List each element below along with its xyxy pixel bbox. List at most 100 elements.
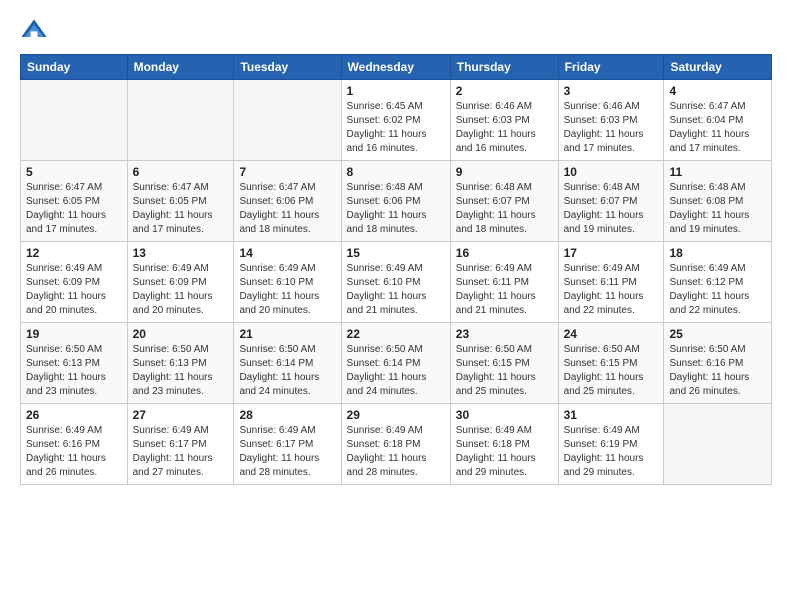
day-number: 21 — [239, 327, 335, 341]
calendar-cell: 29 Sunrise: 6:49 AM Sunset: 6:18 PM Dayli… — [341, 404, 450, 485]
header-saturday: Saturday — [664, 55, 772, 80]
day-info: Sunrise: 6:50 AM Sunset: 6:16 PM Dayligh… — [669, 343, 766, 399]
calendar-cell: 24Sunrise: 6:50 AM Sunset: 6:15 PM Dayli… — [558, 323, 664, 404]
calendar-cell: 26Sunrise: 6:49 AM Sunset: 6:16 PM Dayli… — [21, 404, 128, 485]
calendar-cell — [127, 80, 234, 161]
calendar-cell: 14 Sunrise: 6:49 AM Sunset: 6:10 PM Dayli… — [234, 242, 341, 323]
calendar-cell: 21 Sunrise: 6:50 AM Sunset: 6:14 PM Dayli… — [234, 323, 341, 404]
header-friday: Friday — [558, 55, 664, 80]
day-number: 11 — [669, 165, 766, 179]
calendar-cell — [234, 80, 341, 161]
calendar-cell: 1Sunrise: 6:45 AM Sunset: 6:02 PM Daylig… — [341, 80, 450, 161]
calendar-cell: 17Sunrise: 6:49 AM Sunset: 6:11 PM Dayli… — [558, 242, 664, 323]
calendar-cell: 19 Sunrise: 6:50 AM Sunset: 6:13 PM Dayli… — [21, 323, 128, 404]
day-number: 13 — [133, 246, 229, 260]
day-number: 9 — [456, 165, 553, 179]
calendar-header-row: SundayMondayTuesdayWednesdayThursdayFrid… — [21, 55, 772, 80]
calendar-cell: 7 Sunrise: 6:47 AM Sunset: 6:06 PM Daylig… — [234, 161, 341, 242]
logo — [20, 16, 50, 44]
day-number: 24 — [564, 327, 659, 341]
day-info: Sunrise: 6:47 AM Sunset: 6:06 PM Dayligh… — [239, 181, 335, 237]
day-info: Sunrise: 6:49 AM Sunset: 6:17 PM Dayligh… — [133, 424, 229, 480]
week-row-4: 26Sunrise: 6:49 AM Sunset: 6:16 PM Dayli… — [21, 404, 772, 485]
day-info: Sunrise: 6:48 AM Sunset: 6:07 PM Dayligh… — [456, 181, 553, 237]
calendar-cell — [664, 404, 772, 485]
day-number: 30 — [456, 408, 553, 422]
calendar-cell: 30 Sunrise: 6:49 AM Sunset: 6:18 PM Dayli… — [450, 404, 558, 485]
day-info: Sunrise: 6:49 AM Sunset: 6:19 PM Dayligh… — [564, 424, 659, 480]
calendar-cell: 6 Sunrise: 6:47 AM Sunset: 6:05 PM Daylig… — [127, 161, 234, 242]
day-info: Sunrise: 6:47 AM Sunset: 6:04 PM Dayligh… — [669, 100, 766, 156]
day-info: Sunrise: 6:49 AM Sunset: 6:12 PM Dayligh… — [669, 262, 766, 318]
day-number: 6 — [133, 165, 229, 179]
day-number: 5 — [26, 165, 122, 179]
calendar-cell: 5 Sunrise: 6:47 AM Sunset: 6:05 PM Daylig… — [21, 161, 128, 242]
page: SundayMondayTuesdayWednesdayThursdayFrid… — [0, 0, 792, 612]
day-info: Sunrise: 6:46 AM Sunset: 6:03 PM Dayligh… — [564, 100, 659, 156]
header — [20, 16, 772, 44]
day-number: 22 — [347, 327, 445, 341]
day-info: Sunrise: 6:49 AM Sunset: 6:09 PM Dayligh… — [26, 262, 122, 318]
day-number: 19 — [26, 327, 122, 341]
calendar-cell: 18 Sunrise: 6:49 AM Sunset: 6:12 PM Dayli… — [664, 242, 772, 323]
calendar-cell: 16 Sunrise: 6:49 AM Sunset: 6:11 PM Dayli… — [450, 242, 558, 323]
calendar-cell: 22 Sunrise: 6:50 AM Sunset: 6:14 PM Dayli… — [341, 323, 450, 404]
day-info: Sunrise: 6:50 AM Sunset: 6:15 PM Dayligh… — [456, 343, 553, 399]
week-row-1: 5 Sunrise: 6:47 AM Sunset: 6:05 PM Daylig… — [21, 161, 772, 242]
header-wednesday: Wednesday — [341, 55, 450, 80]
header-tuesday: Tuesday — [234, 55, 341, 80]
calendar-cell: 31 Sunrise: 6:49 AM Sunset: 6:19 PM Dayli… — [558, 404, 664, 485]
day-info: Sunrise: 6:47 AM Sunset: 6:05 PM Dayligh… — [26, 181, 122, 237]
day-number: 3 — [564, 84, 659, 98]
day-info: Sunrise: 6:46 AM Sunset: 6:03 PM Dayligh… — [456, 100, 553, 156]
week-row-3: 19 Sunrise: 6:50 AM Sunset: 6:13 PM Dayli… — [21, 323, 772, 404]
day-number: 31 — [564, 408, 659, 422]
calendar-cell: 25 Sunrise: 6:50 AM Sunset: 6:16 PM Dayli… — [664, 323, 772, 404]
day-info: Sunrise: 6:49 AM Sunset: 6:11 PM Dayligh… — [456, 262, 553, 318]
logo-icon — [20, 16, 48, 44]
header-sunday: Sunday — [21, 55, 128, 80]
day-info: Sunrise: 6:47 AM Sunset: 6:05 PM Dayligh… — [133, 181, 229, 237]
calendar-cell: 15 Sunrise: 6:49 AM Sunset: 6:10 PM Dayli… — [341, 242, 450, 323]
day-info: Sunrise: 6:50 AM Sunset: 6:13 PM Dayligh… — [26, 343, 122, 399]
calendar-cell: 8Sunrise: 6:48 AM Sunset: 6:06 PM Daylig… — [341, 161, 450, 242]
day-number: 28 — [239, 408, 335, 422]
day-number: 27 — [133, 408, 229, 422]
day-info: Sunrise: 6:49 AM Sunset: 6:09 PM Dayligh… — [133, 262, 229, 318]
day-number: 29 — [347, 408, 445, 422]
day-info: Sunrise: 6:49 AM Sunset: 6:18 PM Dayligh… — [347, 424, 445, 480]
day-number: 25 — [669, 327, 766, 341]
day-number: 26 — [26, 408, 122, 422]
day-info: Sunrise: 6:50 AM Sunset: 6:14 PM Dayligh… — [239, 343, 335, 399]
calendar-cell: 23 Sunrise: 6:50 AM Sunset: 6:15 PM Dayli… — [450, 323, 558, 404]
calendar-cell: 2 Sunrise: 6:46 AM Sunset: 6:03 PM Daylig… — [450, 80, 558, 161]
calendar-cell: 27 Sunrise: 6:49 AM Sunset: 6:17 PM Dayli… — [127, 404, 234, 485]
day-number: 15 — [347, 246, 445, 260]
day-number: 12 — [26, 246, 122, 260]
day-info: Sunrise: 6:48 AM Sunset: 6:07 PM Dayligh… — [564, 181, 659, 237]
day-info: Sunrise: 6:49 AM Sunset: 6:10 PM Dayligh… — [347, 262, 445, 318]
day-info: Sunrise: 6:48 AM Sunset: 6:08 PM Dayligh… — [669, 181, 766, 237]
day-info: Sunrise: 6:48 AM Sunset: 6:06 PM Dayligh… — [347, 181, 445, 237]
calendar-cell: 11 Sunrise: 6:48 AM Sunset: 6:08 PM Dayli… — [664, 161, 772, 242]
day-number: 1 — [347, 84, 445, 98]
day-info: Sunrise: 6:49 AM Sunset: 6:10 PM Dayligh… — [239, 262, 335, 318]
calendar-cell: 10Sunrise: 6:48 AM Sunset: 6:07 PM Dayli… — [558, 161, 664, 242]
calendar-cell: 13 Sunrise: 6:49 AM Sunset: 6:09 PM Dayli… — [127, 242, 234, 323]
week-row-2: 12 Sunrise: 6:49 AM Sunset: 6:09 PM Dayli… — [21, 242, 772, 323]
header-monday: Monday — [127, 55, 234, 80]
calendar-cell: 9 Sunrise: 6:48 AM Sunset: 6:07 PM Daylig… — [450, 161, 558, 242]
day-number: 7 — [239, 165, 335, 179]
day-number: 23 — [456, 327, 553, 341]
header-thursday: Thursday — [450, 55, 558, 80]
day-info: Sunrise: 6:50 AM Sunset: 6:14 PM Dayligh… — [347, 343, 445, 399]
week-row-0: 1Sunrise: 6:45 AM Sunset: 6:02 PM Daylig… — [21, 80, 772, 161]
day-info: Sunrise: 6:49 AM Sunset: 6:18 PM Dayligh… — [456, 424, 553, 480]
day-number: 2 — [456, 84, 553, 98]
day-number: 16 — [456, 246, 553, 260]
day-info: Sunrise: 6:49 AM Sunset: 6:11 PM Dayligh… — [564, 262, 659, 318]
day-number: 14 — [239, 246, 335, 260]
day-number: 18 — [669, 246, 766, 260]
day-number: 4 — [669, 84, 766, 98]
calendar-cell: 28Sunrise: 6:49 AM Sunset: 6:17 PM Dayli… — [234, 404, 341, 485]
